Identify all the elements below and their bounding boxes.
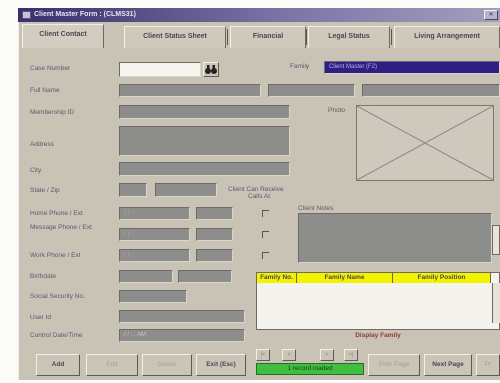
message-ext-input[interactable] <box>196 228 233 241</box>
middle-name-input[interactable] <box>268 84 355 97</box>
more-button[interactable]: Pr <box>476 354 500 376</box>
work-ext-input[interactable] <box>196 249 233 262</box>
notes-scrollbar[interactable] <box>492 225 500 255</box>
family-position-header[interactable]: Family Position <box>393 273 491 283</box>
case-search-button[interactable] <box>203 62 219 77</box>
family-name-header[interactable]: Family Name <box>297 273 393 283</box>
app-icon <box>22 11 31 19</box>
next-page-button[interactable]: Next Page <box>424 354 472 376</box>
message-phone-input[interactable]: ( ) - <box>119 228 190 241</box>
edit-button[interactable]: Edit <box>86 354 138 376</box>
control-datetime-input: / / : : AM <box>119 329 245 342</box>
prev-record-button[interactable]: < <box>282 349 296 361</box>
last-name-input[interactable] <box>362 84 500 97</box>
last-record-button[interactable]: >| <box>344 349 358 361</box>
family-table-scrollbar[interactable] <box>492 283 500 323</box>
userid-label: User Id <box>30 314 51 321</box>
home-ext-input[interactable] <box>196 207 233 220</box>
family-label: Family <box>290 63 310 70</box>
display-family-label: Display Family <box>256 331 500 341</box>
work-phone-label: Work Phone / Ext <box>30 252 81 259</box>
binoculars-icon <box>205 65 217 74</box>
add-button[interactable]: Add <box>36 354 80 376</box>
state-input[interactable] <box>119 183 147 197</box>
tab-separator <box>306 29 307 45</box>
birthdate-input[interactable] <box>119 270 173 283</box>
next-record-button[interactable]: > <box>320 349 334 361</box>
ssn-label: Social Security No. <box>30 293 85 300</box>
tab-living-arrangement[interactable]: Living Arrangement <box>394 26 500 48</box>
client-notes-textarea[interactable] <box>298 213 492 263</box>
state-zip-label: State / Zip <box>30 187 60 194</box>
zip-input[interactable] <box>155 183 217 197</box>
message-calls-checkbox[interactable] <box>262 231 269 238</box>
tab-client-contact[interactable]: Client Contact <box>22 24 104 48</box>
control-datetime-label: Control Date/Time <box>30 332 83 339</box>
delete-button[interactable]: Delete <box>142 354 192 376</box>
ssn-input[interactable] <box>119 290 187 303</box>
birthdate-label: Birthdate <box>30 273 57 280</box>
family-no-header[interactable]: Family No. <box>257 273 297 283</box>
full-name-label: Full Name <box>30 87 60 94</box>
city-label: City <box>30 167 42 174</box>
calls-at-label: Calls At <box>248 193 271 200</box>
photo-placeholder[interactable] <box>356 105 494 181</box>
message-phone-label: Message Phone / Ext <box>30 224 92 231</box>
status-record-count: 1 record loaded <box>256 363 364 375</box>
membership-id-input[interactable] <box>119 105 290 119</box>
age-input[interactable] <box>178 270 232 283</box>
work-phone-input[interactable]: ( ) - <box>119 249 190 262</box>
first-name-input[interactable] <box>119 84 261 97</box>
previous-page-button[interactable]: Prev Page <box>368 354 420 376</box>
tab-financial[interactable]: Financial <box>230 26 306 48</box>
close-icon[interactable]: ✕ <box>484 10 498 20</box>
home-calls-checkbox[interactable] <box>262 210 269 217</box>
family-display: Client Master (F2) <box>324 61 500 74</box>
tab-separator <box>391 29 392 45</box>
photo-label: Photo <box>328 107 345 114</box>
first-record-button[interactable]: |< <box>256 349 270 361</box>
userid-input[interactable] <box>119 310 245 323</box>
membership-label: Membership ID <box>30 109 75 116</box>
home-phone-label: Home Phone / Ext <box>30 210 83 217</box>
address-input[interactable] <box>119 126 290 156</box>
tab-client-status-sheet[interactable]: Client Status Sheet <box>124 26 226 48</box>
city-input[interactable] <box>119 162 290 176</box>
window-title: Client Master Form : (CLMS31) <box>34 11 136 18</box>
case-number-input[interactable] <box>119 62 201 77</box>
title-bar: Client Master Form : (CLMS31) <box>18 8 500 22</box>
case-number-label: Case Number <box>30 65 71 72</box>
home-phone-input[interactable]: ( ) - <box>119 207 190 220</box>
exit-button[interactable]: Exit (Esc) <box>196 354 246 376</box>
client-can-receive-label: Client Can Receive <box>228 186 284 193</box>
tab-legal-status[interactable]: Legal Status <box>308 26 390 48</box>
address-label: Address <box>30 141 54 148</box>
empty-image-icon <box>356 105 494 181</box>
work-calls-checkbox[interactable] <box>262 252 269 259</box>
tab-separator <box>227 29 228 45</box>
